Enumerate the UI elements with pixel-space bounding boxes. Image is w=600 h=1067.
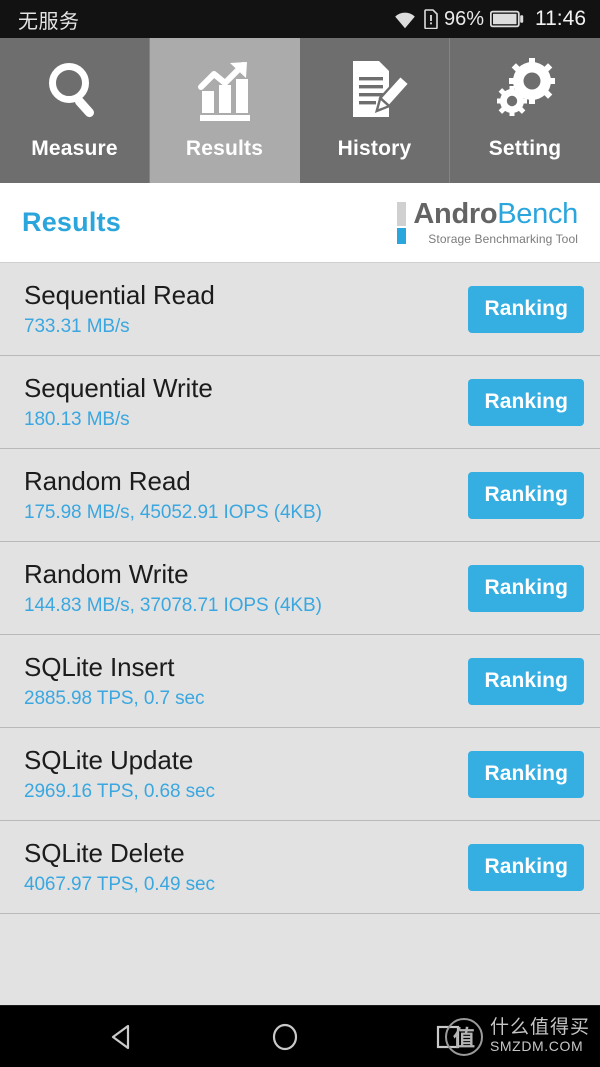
result-value: 175.98 MB/s, 45052.91 IOPS (4KB) — [24, 501, 322, 523]
tab-results[interactable]: Results — [150, 38, 300, 183]
result-title: SQLite Insert — [24, 652, 175, 683]
back-triangle-icon[interactable] — [87, 1006, 157, 1067]
clock-label: 11:46 — [535, 7, 586, 30]
ranking-button[interactable]: Ranking — [468, 750, 584, 798]
table-row[interactable]: SQLite Update 2969.16 TPS, 0.68 sec Rank… — [0, 728, 600, 821]
smzdm-watermark: 值 什么值得买 SMZDM.COM — [444, 1017, 590, 1056]
tab-bar: Measure Results History Setting — [0, 38, 600, 183]
logo-bar-icon — [397, 201, 407, 244]
gears-icon — [492, 57, 558, 123]
table-row[interactable]: SQLite Delete 4067.97 TPS, 0.49 sec Rank… — [0, 821, 600, 914]
status-icons: 96% 11:46 — [393, 7, 586, 31]
result-title: Sequential Read — [24, 280, 215, 311]
carrier-label: 无服务 — [18, 10, 80, 33]
tab-measure-label: Measure — [31, 136, 118, 160]
phone-screen: 无服务 96% 11:46 Measure Results History Se… — [0, 0, 600, 1067]
wifi-icon — [395, 12, 415, 28]
tab-results-label: Results — [185, 136, 264, 160]
table-row[interactable]: Sequential Read 733.31 MB/s Ranking — [0, 263, 600, 356]
androbench-logo: AndroBench Storage Benchmarking Tool — [397, 197, 578, 246]
ranking-button[interactable]: Ranking — [468, 471, 584, 519]
result-title: Random Write — [24, 559, 189, 590]
magnifier-icon — [42, 61, 108, 123]
table-row[interactable]: Random Read 175.98 MB/s, 45052.91 IOPS (… — [0, 449, 600, 542]
table-row[interactable]: Random Write 144.83 MB/s, 37078.71 IOPS … — [0, 542, 600, 635]
smzdm-name-cn: 什么值得买 — [489, 1017, 590, 1039]
document-pencil-icon — [342, 60, 408, 123]
table-row[interactable]: Sequential Write 180.13 MB/s Ranking — [0, 356, 600, 449]
tab-setting-label: Setting — [488, 136, 562, 160]
ranking-button[interactable]: Ranking — [468, 285, 584, 333]
logo-name-andro: Andro — [413, 197, 498, 230]
tab-history-label: History — [337, 136, 412, 160]
result-value: 733.31 MB/s — [24, 315, 130, 337]
result-title: SQLite Delete — [24, 838, 185, 869]
result-value: 4067.97 TPS, 0.49 sec — [24, 873, 215, 895]
result-title: Random Read — [24, 466, 191, 497]
ranking-button[interactable]: Ranking — [468, 657, 584, 705]
battery-icon — [490, 10, 524, 28]
battery-percent-label: 96% — [443, 7, 484, 30]
result-title: SQLite Update — [24, 745, 194, 776]
bar-chart-trend-icon — [192, 61, 258, 123]
page-title: Results — [22, 207, 121, 237]
result-value: 2969.16 TPS, 0.68 sec — [24, 780, 215, 802]
page-header: Results AndroBench Storage Benchmarking … — [0, 183, 600, 263]
table-row[interactable]: SQLite Insert 2885.98 TPS, 0.7 sec Ranki… — [0, 635, 600, 728]
android-navigation-bar: 值 什么值得买 SMZDM.COM — [0, 1005, 600, 1067]
logo-name: AndroBench — [413, 197, 578, 230]
logo-tagline: Storage Benchmarking Tool — [428, 231, 578, 246]
result-title: Sequential Write — [24, 373, 213, 404]
result-value: 180.13 MB/s — [24, 408, 130, 430]
result-value: 144.83 MB/s, 37078.71 IOPS (4KB) — [24, 594, 322, 616]
status-bar: 无服务 96% 11:46 — [0, 0, 600, 38]
smzdm-name-en: SMZDM.COM — [489, 1038, 584, 1055]
home-circle-icon[interactable] — [250, 1006, 320, 1067]
ranking-button[interactable]: Ranking — [468, 843, 584, 891]
logo-name-bench: Bench — [497, 197, 578, 230]
tab-measure[interactable]: Measure — [0, 38, 150, 183]
result-value: 2885.98 TPS, 0.7 sec — [24, 687, 205, 709]
tab-setting[interactable]: Setting — [450, 38, 600, 183]
sim-card-alert-icon — [424, 9, 438, 29]
tab-history[interactable]: History — [300, 38, 450, 183]
ranking-button[interactable]: Ranking — [468, 564, 584, 612]
smzdm-logo-icon: 值 — [444, 1017, 483, 1056]
ranking-button[interactable]: Ranking — [468, 378, 584, 426]
results-list: Sequential Read 733.31 MB/s Ranking Sequ… — [0, 263, 600, 1005]
